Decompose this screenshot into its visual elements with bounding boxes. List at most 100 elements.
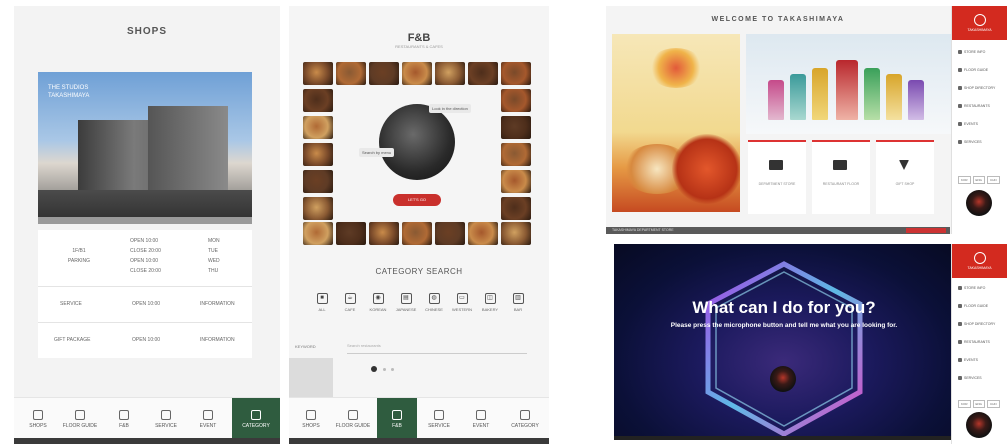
food-photo-tile[interactable]	[402, 62, 432, 85]
side-menu-item[interactable]: SERVICES	[958, 140, 982, 145]
side-menu-item[interactable]: STORE INFO	[958, 286, 985, 291]
side-menu-item[interactable]: RESTAURANTS	[958, 340, 990, 345]
info-icon	[958, 50, 962, 55]
pager-dot[interactable]	[383, 368, 386, 371]
food-icon	[958, 340, 962, 345]
language-switch[interactable]: KOR ENG CHN	[958, 176, 1002, 184]
side-menu-item[interactable]: SERVICES	[958, 376, 982, 381]
side-menu-item[interactable]: FLOOR GUIDE	[958, 68, 988, 73]
side-menu-item[interactable]: RESTAURANTS	[958, 104, 990, 109]
promo-product-card[interactable]	[746, 34, 952, 134]
side-menu-item[interactable]: SHOP DIRECTORY	[958, 322, 995, 327]
category-bar[interactable]: ▥ BAR	[507, 293, 529, 312]
info-label: GIFT PACKAGE	[54, 337, 91, 343]
shortcut-card[interactable]: GIFT SHOP	[876, 140, 934, 214]
photo-caption: THE STUDIOS TAKASHIMAYA	[48, 85, 90, 99]
store-info-table: 1F/B1 PARKING OPEN 10:00 CLOSE 20:00 OPE…	[38, 230, 252, 358]
food-photo-tile[interactable]	[303, 170, 333, 193]
shop-icon	[958, 322, 962, 327]
food-photo-tile[interactable]	[501, 143, 531, 166]
side-menu-item[interactable]: STORE INFO	[958, 50, 985, 55]
category-korean[interactable]: ◉ KOREAN	[367, 293, 389, 312]
food-icon	[958, 104, 962, 109]
side-menu-item[interactable]: FLOOR GUIDE	[958, 304, 988, 309]
gift-icon	[899, 160, 909, 170]
restaurant-icon	[833, 160, 847, 170]
store-icon	[769, 160, 783, 170]
brand-header[interactable]: TAKASHIMAYA	[952, 244, 1007, 278]
category-bakery[interactable]: ◫ BAKERY	[479, 293, 501, 312]
shortcut-card[interactable]: RESTAURANT FLOOR	[812, 140, 870, 214]
store-photo: THE STUDIOS TAKASHIMAYA	[38, 72, 252, 224]
category-all[interactable]: ■ ALL	[311, 293, 333, 312]
service-icon	[161, 410, 171, 420]
promo-food-card[interactable]	[612, 34, 740, 212]
shop-icon	[958, 86, 962, 91]
food-photo-tile[interactable]	[369, 62, 399, 85]
category-chinese[interactable]: ◍ CHINESE	[423, 293, 445, 312]
side-menu-item[interactable]: EVENTS	[958, 358, 978, 363]
search-label: KEYWORD	[295, 344, 316, 349]
lets-go-button[interactable]: LET'S GO	[393, 194, 441, 206]
food-photo-tile[interactable]	[369, 222, 399, 245]
service-icon	[958, 376, 962, 381]
food-photo-tile[interactable]	[303, 116, 333, 139]
side-menu-item[interactable]: EVENTS	[958, 122, 978, 127]
food-photo-tile[interactable]	[303, 143, 333, 166]
category-japanese[interactable]: ▤ JAPANESE	[395, 293, 417, 312]
service-icon	[434, 410, 444, 420]
food-photo-tile[interactable]	[303, 62, 333, 85]
food-photo-tile[interactable]	[468, 62, 498, 85]
welcome-title: WELCOME TO TAKASHIMAYA	[711, 16, 845, 23]
food-photo-tile[interactable]	[336, 62, 366, 85]
language-switch[interactable]: KOR ENG CHN	[958, 400, 1002, 408]
food-photo-tile[interactable]	[402, 222, 432, 245]
event-icon	[958, 122, 962, 127]
footer-bar: TAKASHIMAYA DEPARTMENT STORE	[606, 227, 950, 234]
food-photo-tile[interactable]	[501, 62, 531, 85]
side-menu-item[interactable]: SHOP DIRECTORY	[958, 86, 995, 91]
pager-dot-active[interactable]	[371, 366, 377, 372]
food-photo-tile[interactable]	[501, 170, 531, 193]
category-western[interactable]: ▭ WESTERN	[451, 293, 473, 312]
promo-logo	[648, 48, 704, 88]
microphone-button[interactable]	[770, 366, 796, 392]
food-photo-tile[interactable]	[303, 197, 333, 220]
food-photo-tile[interactable]	[501, 197, 531, 220]
event-icon	[958, 358, 962, 363]
brand-header[interactable]: TAKASHIMAYA	[952, 6, 1007, 40]
welcome-screen: WELCOME TO TAKASHIMAYA DEPARTMENT STORE …	[606, 6, 1007, 234]
search-input[interactable]: Search restaurants	[347, 343, 527, 354]
callout-top: Look in the direction	[429, 104, 471, 113]
food-photo-tile[interactable]	[435, 222, 465, 245]
filter-panel	[289, 358, 333, 398]
page-title: SHOPS	[126, 26, 167, 37]
brand-logo-icon	[973, 14, 986, 26]
microphone-button[interactable]	[966, 190, 992, 216]
food-icon	[119, 410, 129, 420]
food-photo-tile[interactable]	[501, 89, 531, 112]
event-icon	[203, 410, 213, 420]
food-photo-tile[interactable]	[501, 116, 531, 139]
side-menu: TAKASHIMAYA STORE INFO FLOOR GUIDE SHOP …	[951, 244, 1007, 444]
food-photo-tile[interactable]	[501, 222, 531, 245]
page-title: F&B	[407, 32, 431, 44]
category-icon	[520, 410, 530, 420]
cup-icon: ☕	[344, 293, 356, 304]
food-photo-tile[interactable]	[336, 222, 366, 245]
category-cafe[interactable]: ☕ CAFE	[339, 293, 361, 312]
microphone-button[interactable]	[966, 412, 992, 438]
floor-guide-screen: SHOPS THE STUDIOS TAKASHIMAYA 1F/B1 PARK…	[14, 6, 280, 444]
fnb-screen: F&B RESTAURANTS & CAFES Look in the dire…	[289, 6, 549, 444]
shortcut-card[interactable]: DEPARTMENT STORE	[748, 140, 806, 214]
pager-dot[interactable]	[391, 368, 394, 371]
food-photo-tile[interactable]	[435, 62, 465, 85]
ticker-bar	[289, 438, 549, 444]
side-menu: TAKASHIMAYA STORE INFO FLOOR GUIDE SHOP …	[951, 6, 1007, 234]
food-photo-tile[interactable]	[303, 222, 333, 245]
voice-stage: What can I do for you? Please press the …	[614, 244, 954, 440]
voice-assistant-screen: What can I do for you? Please press the …	[614, 244, 1007, 444]
bread-icon: ◫	[484, 293, 496, 304]
food-photo-tile[interactable]	[303, 89, 333, 112]
food-photo-tile[interactable]	[468, 222, 498, 245]
